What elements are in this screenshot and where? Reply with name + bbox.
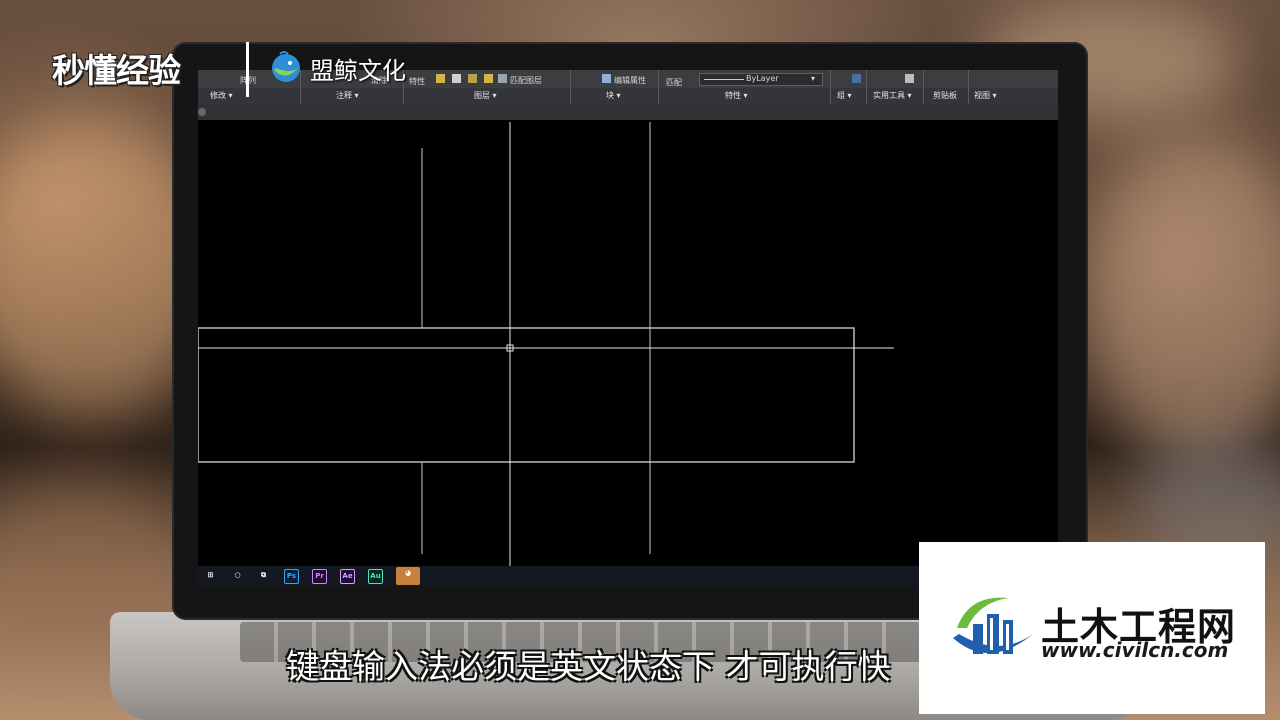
photoshop-icon[interactable]: Ps xyxy=(284,569,299,584)
panel-annotate[interactable]: 注释 ▾ xyxy=(336,90,359,101)
chevron-down-icon: ▾ xyxy=(811,74,816,83)
civilcn-url: www.civilcn.com xyxy=(1041,638,1229,662)
calculator-icon[interactable] xyxy=(905,74,914,83)
layer-icon[interactable] xyxy=(436,74,445,83)
file-tab-bar xyxy=(198,104,1058,120)
civilcn-watermark: 土木工程网 www.civilcn.com xyxy=(919,542,1265,714)
laptop-screen: 阵列 清除 特性 匹配图层 编辑属性 匹配 ByLayer ▾ 修改 ▾ 注释 … xyxy=(198,70,1058,586)
linetype-value: ByLayer xyxy=(746,74,779,83)
premiere-icon[interactable]: Pr xyxy=(312,569,327,584)
file-tab-icon[interactable] xyxy=(198,108,206,116)
whale-logo-icon xyxy=(272,51,300,82)
panel-view[interactable]: 视图 ▾ xyxy=(974,90,997,101)
miaodong-logo: 秒懂经验 xyxy=(52,51,181,90)
drawing-canvas[interactable] xyxy=(198,122,1058,566)
panel-modify[interactable]: 修改 ▾ xyxy=(210,90,233,101)
logo-divider xyxy=(246,42,249,97)
wechat-icon[interactable]: ◕ xyxy=(396,567,420,585)
panel-utilities[interactable]: 实用工具 ▾ xyxy=(873,90,912,101)
panel-block[interactable]: 块 ▾ xyxy=(606,90,621,101)
match-layer-icon[interactable] xyxy=(498,74,507,83)
task-view-icon[interactable]: ⧉ xyxy=(257,569,270,582)
after-effects-icon[interactable]: Ae xyxy=(340,569,355,584)
windows-start-icon[interactable]: ⊞ xyxy=(204,569,217,582)
layer-state-icon[interactable] xyxy=(452,74,461,83)
edit-attribute-button[interactable]: 编辑属性 xyxy=(614,75,646,86)
match-properties-button[interactable]: 匹配 xyxy=(666,77,682,88)
audition-icon[interactable]: Au xyxy=(368,569,383,584)
edit-attribute-icon[interactable] xyxy=(602,74,611,83)
layer-lock-icon[interactable] xyxy=(484,74,493,83)
linetype-dropdown[interactable]: ByLayer ▾ xyxy=(699,73,823,86)
panel-properties[interactable]: 特性 ▾ xyxy=(725,90,748,101)
properties-button[interactable]: 特性 xyxy=(409,76,425,87)
mengjing-logo-text: 盟鲸文化 xyxy=(310,57,406,85)
civilcn-logo-icon xyxy=(953,597,1033,654)
panel-group[interactable]: 组 ▾ xyxy=(837,90,852,101)
search-icon[interactable]: ○ xyxy=(231,569,244,582)
panel-layers[interactable]: 图层 ▾ xyxy=(474,90,497,101)
group-icon[interactable] xyxy=(852,74,861,83)
match-layer-button[interactable]: 匹配图层 xyxy=(510,75,542,86)
video-subtitle: 键盘输入法必须是英文状态下 才可执行快 xyxy=(286,647,891,686)
layer-freeze-icon[interactable] xyxy=(468,74,477,83)
panel-clipboard[interactable]: 剪贴板 xyxy=(933,90,957,101)
